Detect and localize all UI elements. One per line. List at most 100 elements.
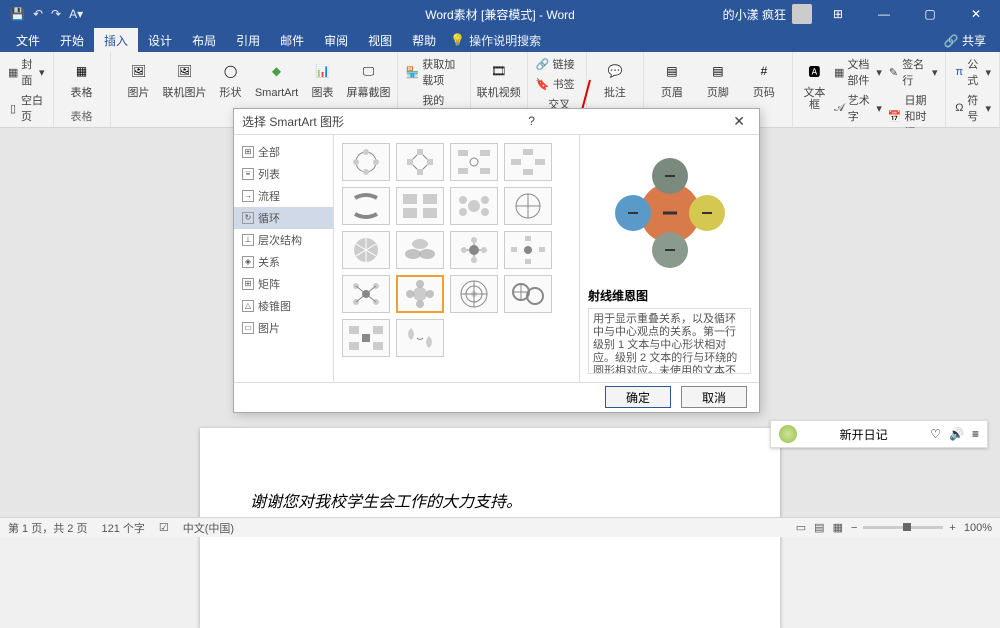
blank-page-button[interactable]: ▯空白页 (6, 91, 47, 125)
symbol-button[interactable]: Ω符号 ▾ (952, 91, 993, 125)
thumb-9[interactable] (342, 231, 390, 269)
chart-button[interactable]: 📊图表 (301, 55, 345, 99)
zoom-value[interactable]: 100% (964, 522, 992, 534)
thumb-radial-venn[interactable] (396, 275, 444, 313)
tab-insert[interactable]: 插入 (94, 28, 138, 53)
thumb-16[interactable] (504, 275, 552, 313)
picture-button[interactable]: 🖼图片 (117, 55, 161, 99)
screenshot-button[interactable]: 🖵屏幕截图 (347, 55, 391, 99)
cat-process[interactable]: →流程 (234, 185, 333, 207)
thumb-11[interactable] (450, 231, 498, 269)
tab-view[interactable]: 视图 (358, 28, 402, 53)
spellcheck-icon[interactable]: ☑ (159, 521, 169, 534)
online-picture-label: 联机图片 (163, 87, 207, 99)
dialog-close-icon[interactable]: ✕ (727, 111, 751, 132)
page-status[interactable]: 第 1 页，共 2 页 (8, 520, 87, 536)
heart-icon[interactable]: ♡ (930, 427, 941, 441)
dialog-titlebar: 选择 SmartArt 图形 ? ✕ (234, 109, 759, 134)
equation-label: 公式 (967, 56, 982, 88)
thumb-3[interactable] (450, 143, 498, 181)
table-button[interactable]: ▦表格 (60, 55, 104, 99)
tab-file[interactable]: 文件 (6, 28, 50, 53)
tab-layout[interactable]: 布局 (182, 28, 226, 53)
cat-hierarchy[interactable]: ⊥层次结构 (234, 229, 333, 251)
thumb-2[interactable] (396, 143, 444, 181)
link-button[interactable]: 🔗链接 (534, 55, 580, 73)
smartart-button[interactable]: ◆SmartArt (255, 55, 299, 99)
cat-picture[interactable]: ▭图片 (234, 317, 333, 339)
cat-process-label: 流程 (258, 188, 280, 204)
comment-button[interactable]: 💬批注 (593, 55, 637, 99)
footer-button[interactable]: ▤页脚 (696, 55, 740, 99)
zoom-slider[interactable]: − + (851, 522, 956, 534)
avatar[interactable] (792, 4, 812, 24)
get-addins-button[interactable]: 🏪获取加载项 (404, 55, 464, 89)
close-icon[interactable]: ✕ (956, 7, 996, 21)
share-button[interactable]: 🔗 共享 (930, 28, 1000, 53)
thumb-10[interactable] (396, 231, 444, 269)
cat-list[interactable]: ≡列表 (234, 163, 333, 185)
cat-cycle[interactable]: ↻循环 (234, 207, 333, 229)
thumb-6[interactable] (396, 187, 444, 225)
cover-icon: ▦ (8, 65, 18, 79)
zoom-track[interactable] (863, 526, 943, 529)
smartart-label: SmartArt (255, 87, 298, 99)
thumb-18[interactable] (396, 319, 444, 357)
floating-note-widget[interactable]: 新开日记 ♡ 🔊 ≡ (770, 420, 988, 448)
parts-button[interactable]: ▦文档部件 ▾ (832, 55, 884, 89)
dialog-help-icon[interactable]: ? (528, 114, 535, 128)
thumb-5[interactable] (342, 187, 390, 225)
ribbon-options-icon[interactable]: ⊞ (818, 7, 858, 21)
tab-home[interactable]: 开始 (50, 28, 94, 53)
header-button[interactable]: ▤页眉 (650, 55, 694, 99)
undo-icon[interactable]: ↶ (33, 7, 43, 21)
thumb-8[interactable] (504, 187, 552, 225)
menu-icon[interactable]: ≡ (972, 427, 979, 441)
language-status[interactable]: 中文(中国) (183, 520, 234, 536)
tab-design[interactable]: 设计 (138, 28, 182, 53)
thumb-13[interactable] (342, 275, 390, 313)
tab-mailings[interactable]: 邮件 (270, 28, 314, 53)
read-mode-icon[interactable]: ▭ (796, 521, 806, 534)
redo-icon[interactable]: ↷ (51, 7, 61, 21)
thumb-1[interactable] (342, 143, 390, 181)
online-video-button[interactable]: 🎞联机视频 (477, 55, 521, 99)
minimize-icon[interactable]: — (864, 7, 904, 21)
thumb-7[interactable] (450, 187, 498, 225)
cat-relationship[interactable]: ◈关系 (234, 251, 333, 273)
pagenum-icon: # (750, 57, 778, 85)
zoom-handle[interactable] (903, 523, 911, 531)
tell-me-search[interactable]: 💡操作说明搜索 (450, 32, 541, 49)
web-layout-icon[interactable]: ▦ (833, 521, 843, 534)
ok-button[interactable]: 确定 (605, 386, 671, 408)
textbox-button[interactable]: 🅰文本框 (799, 55, 830, 111)
save-icon[interactable]: 💾 (10, 7, 25, 21)
cat-all[interactable]: ⊞全部 (234, 141, 333, 163)
maximize-icon[interactable]: ▢ (910, 7, 950, 21)
print-layout-icon[interactable]: ▤ (814, 521, 824, 534)
pagenum-button[interactable]: #页码 (742, 55, 786, 99)
cover-page-button[interactable]: ▦封面 ▾ (6, 55, 47, 89)
thumb-12[interactable] (504, 231, 552, 269)
online-picture-button[interactable]: 🖼联机图片 (163, 55, 207, 99)
thumb-4[interactable] (504, 143, 552, 181)
zoom-out-icon[interactable]: − (851, 522, 857, 534)
tab-help[interactable]: 帮助 (402, 28, 446, 53)
sound-icon[interactable]: 🔊 (949, 427, 964, 441)
shapes-button[interactable]: ◯形状 (209, 55, 253, 99)
sigline-button[interactable]: ✎签名行 ▾ (886, 55, 940, 89)
zoom-in-icon[interactable]: + (949, 522, 955, 534)
thumb-17[interactable] (342, 319, 390, 357)
cat-pyramid[interactable]: △棱锥图 (234, 295, 333, 317)
tab-review[interactable]: 审阅 (314, 28, 358, 53)
wordart-button[interactable]: 𝒜艺术字 ▾ (832, 91, 884, 125)
cancel-button[interactable]: 取消 (681, 386, 747, 408)
word-count[interactable]: 121 个字 (101, 520, 144, 536)
qat-more-icon[interactable]: A▾ (69, 7, 83, 21)
cat-matrix[interactable]: ⊞矩阵 (234, 273, 333, 295)
tab-references[interactable]: 引用 (226, 28, 270, 53)
bookmark-button[interactable]: 🔖书签 (534, 75, 580, 93)
equation-button[interactable]: π公式 ▾ (952, 55, 993, 89)
picture-icon: 🖼 (125, 57, 153, 85)
thumb-15[interactable] (450, 275, 498, 313)
